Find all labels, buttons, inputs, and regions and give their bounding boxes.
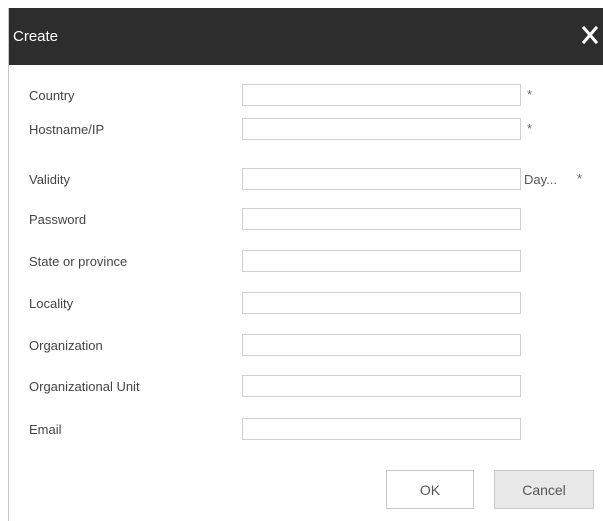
organization-label: Organization — [29, 338, 103, 353]
ok-button[interactable]: OK — [386, 470, 474, 509]
hostname-required-mark: * — [527, 121, 533, 136]
organization-row: Organization — [9, 334, 603, 358]
dialog-titlebar: Create — [9, 8, 603, 65]
organizational-unit-label: Organizational Unit — [29, 379, 140, 394]
cancel-button[interactable]: Cancel — [494, 470, 594, 509]
country-row: Country * — [9, 84, 603, 108]
email-row: Email — [9, 418, 603, 442]
hostname-row: Hostname/IP * — [9, 118, 603, 142]
password-label: Password — [29, 212, 87, 227]
email-label: Email — [29, 422, 62, 437]
state-field[interactable] — [242, 250, 521, 272]
country-required-mark: * — [527, 87, 533, 102]
validity-unit: Day... — [524, 172, 557, 187]
organizational-unit-field[interactable] — [242, 375, 521, 397]
hostname-label: Hostname/IP — [29, 122, 105, 137]
validity-row: Validity Day... * — [9, 168, 603, 192]
email-field[interactable] — [242, 418, 521, 440]
close-icon[interactable] — [581, 24, 599, 46]
password-field[interactable] — [242, 208, 521, 230]
password-row: Password — [9, 208, 603, 232]
dialog-title: Create — [13, 28, 59, 45]
locality-field[interactable] — [242, 292, 521, 314]
state-row: State or province — [9, 250, 603, 274]
create-dialog: Create Country * Hostname/IP * Validity … — [8, 8, 603, 521]
locality-label: Locality — [29, 296, 74, 311]
country-field[interactable] — [242, 84, 521, 106]
organization-field[interactable] — [242, 334, 521, 356]
locality-row: Locality — [9, 292, 603, 316]
country-label: Country — [29, 88, 75, 103]
validity-label: Validity — [29, 172, 70, 187]
validity-field[interactable] — [242, 168, 521, 190]
state-label: State or province — [29, 254, 128, 269]
organizational-unit-row: Organizational Unit — [9, 375, 603, 399]
validity-required-mark: * — [577, 171, 583, 186]
hostname-field[interactable] — [242, 118, 521, 140]
